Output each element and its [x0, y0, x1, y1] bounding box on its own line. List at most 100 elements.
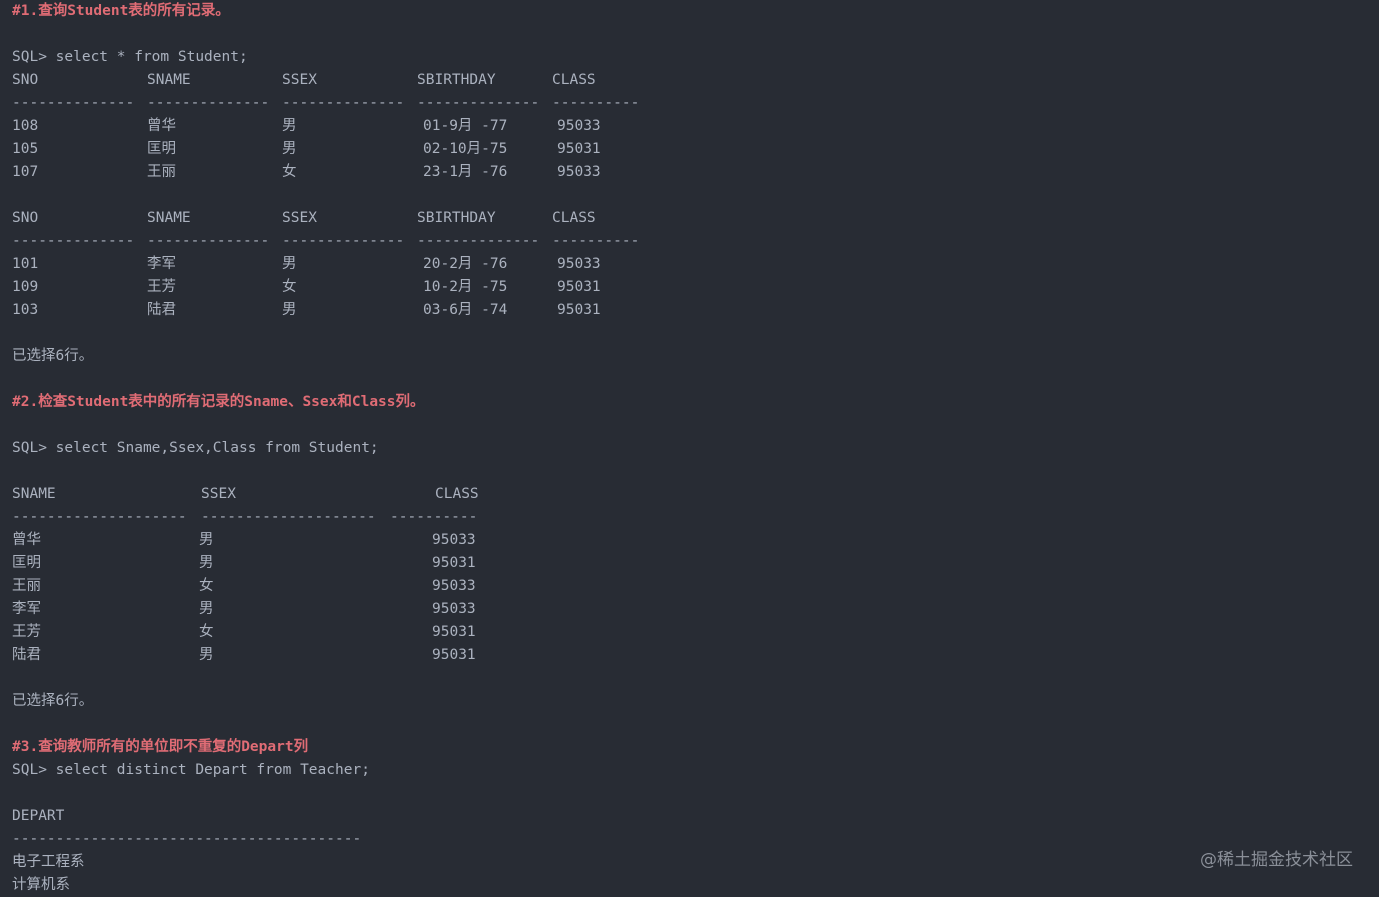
dash-segment: ----------: [552, 95, 640, 111]
q1-prompt: SQL> select * from Student;: [12, 49, 248, 65]
cell-sname: 曾华: [147, 118, 176, 134]
cell-sno: 103: [12, 302, 39, 318]
col-sname-header: SNAME: [147, 72, 191, 88]
q1-header-row-1: SNO SNAME SSEX SBIRTHDAY CLASS: [12, 69, 1367, 92]
dash-segment: --------------: [12, 95, 135, 111]
dash-segment: --------------: [147, 233, 270, 249]
cell-sname: 李军: [147, 256, 176, 272]
dash-segment: --------------: [417, 95, 540, 111]
cell-class: 95031: [432, 647, 476, 663]
table-row: 109 王芳 女 10-2月 -75 95031: [12, 276, 1367, 299]
q3-prompt: SQL> select distinct Depart from Teacher…: [12, 762, 370, 778]
dash-segment: --------------: [282, 95, 405, 111]
table-row: 王芳 女 95031: [12, 621, 1367, 644]
col-sbirthday-header: SBIRTHDAY: [417, 72, 496, 88]
q1-comment: #1.查询Student表的所有记录。: [12, 3, 230, 19]
cell-sname: 王丽: [12, 578, 41, 594]
cell-ssex: 女: [282, 279, 297, 295]
cell-ssex: 女: [282, 164, 297, 180]
cell-ssex: 男: [199, 555, 214, 571]
col-class-header: CLASS: [435, 486, 479, 502]
cell-ssex: 男: [282, 256, 297, 272]
col-sno-header: SNO: [12, 210, 39, 226]
cell-ssex: 男: [282, 302, 297, 318]
cell-class: 95033: [557, 118, 601, 134]
col-class-header: CLASS: [552, 210, 596, 226]
table-row: 匡明 男 95031: [12, 552, 1367, 575]
cell-sname: 李军: [12, 601, 41, 617]
dash-segment: ----------: [552, 233, 640, 249]
col-ssex-header: SSEX: [201, 486, 236, 502]
q2-result: 已选择6行。: [12, 693, 94, 709]
cell-class: 95031: [557, 279, 601, 295]
q2-header-row: SNAME SSEX CLASS: [12, 483, 1367, 506]
q1-result: 已选择6行。: [12, 348, 94, 364]
cell-class: 95033: [432, 601, 476, 617]
cell-class: 95031: [557, 141, 601, 157]
table-row: 陆君 男 95031: [12, 644, 1367, 667]
cell-class: 95031: [432, 624, 476, 640]
table-row: 105 匡明 男 02-10月-75 95031: [12, 138, 1367, 161]
table-row: 李军 男 95033: [12, 598, 1367, 621]
cell-sname: 王芳: [147, 279, 176, 295]
cell-ssex: 女: [199, 624, 214, 640]
cell-class: 95033: [432, 532, 476, 548]
cell-sbirthday: 20-2月 -76: [423, 256, 508, 272]
q3-header: DEPART: [12, 808, 65, 824]
cell-class: 95033: [557, 256, 601, 272]
col-sbirthday-header: SBIRTHDAY: [417, 210, 496, 226]
cell-sbirthday: 10-2月 -75: [423, 279, 508, 295]
q2-prompt: SQL> select Sname,Ssex,Class from Studen…: [12, 440, 379, 456]
cell-sno: 107: [12, 164, 39, 180]
q2-comment: #2.检查Student表中的所有记录的Sname、Ssex和Class列。: [12, 394, 425, 410]
cell-sno: 105: [12, 141, 39, 157]
q2-separator: -------------------- -------------------…: [12, 506, 1367, 529]
watermark: @稀土掘金技术社区: [1200, 850, 1353, 870]
col-sname-header: SNAME: [147, 210, 191, 226]
dash-segment: ----------: [390, 509, 478, 525]
cell-ssex: 女: [199, 578, 214, 594]
cell-ssex: 男: [199, 647, 214, 663]
cell-sno: 101: [12, 256, 39, 272]
cell-class: 95031: [432, 555, 476, 571]
cell-sname: 王芳: [12, 624, 41, 640]
q1-header-row-2: SNO SNAME SSEX SBIRTHDAY CLASS: [12, 207, 1367, 230]
table-row: 107 王丽 女 23-1月 -76 95033: [12, 161, 1367, 184]
table-row: 103 陆君 男 03-6月 -74 95031: [12, 299, 1367, 322]
cell-sname: 陆君: [147, 302, 176, 318]
cell-ssex: 男: [282, 141, 297, 157]
col-class-header: CLASS: [552, 72, 596, 88]
cell-sbirthday: 03-6月 -74: [423, 302, 508, 318]
table-row: 108 曾华 男 01-9月 -77 95033: [12, 115, 1367, 138]
dash-segment: --------------: [282, 233, 405, 249]
cell-sname: 匡明: [12, 555, 41, 571]
dash-segment: --------------: [147, 95, 270, 111]
cell-sname: 陆君: [12, 647, 41, 663]
table-row: 曾华 男 95033: [12, 529, 1367, 552]
dash-segment: --------------: [12, 233, 135, 249]
q1-separator-2: -------------- -------------- ----------…: [12, 230, 1367, 253]
dash-segment: --------------------: [201, 509, 376, 525]
cell-ssex: 男: [199, 532, 214, 548]
col-sno-header: SNO: [12, 72, 39, 88]
cell-sname: 匡明: [147, 141, 176, 157]
cell-class: 95033: [432, 578, 476, 594]
table-row: 王丽 女 95033: [12, 575, 1367, 598]
cell-ssex: 男: [199, 601, 214, 617]
list-item: 电子工程系: [12, 854, 85, 870]
dash-segment: --------------: [417, 233, 540, 249]
cell-sbirthday: 01-9月 -77: [423, 118, 508, 134]
cell-sbirthday: 02-10月-75: [423, 141, 508, 157]
cell-sname: 曾华: [12, 532, 41, 548]
q1-separator-1: -------------- -------------- ----------…: [12, 92, 1367, 115]
col-ssex-header: SSEX: [282, 72, 317, 88]
dash-segment: --------------------: [12, 509, 187, 525]
table-row: 101 李军 男 20-2月 -76 95033: [12, 253, 1367, 276]
